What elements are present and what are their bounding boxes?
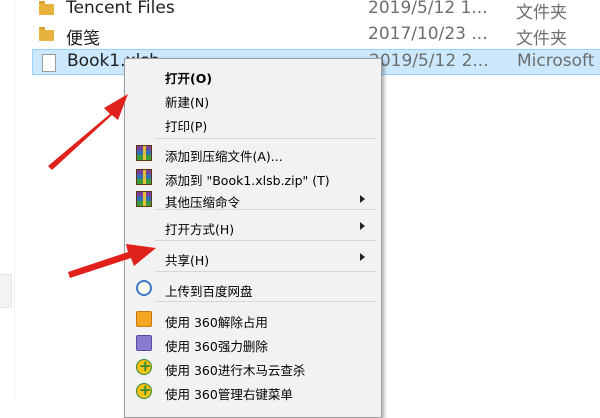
menu-item-label: 添加到压缩文件(A)... [165,149,283,164]
menu-item-360-unlock[interactable]: 使用 360解除占用 [127,307,379,331]
winrar-icon [136,191,152,207]
file-date: 2019/5/12 1... [368,0,488,18]
menu-item-360-scan[interactable]: 使用 360进行木马云查杀 [127,355,379,379]
menu-separator [155,301,377,302]
file-row-notes[interactable]: 便笺 2017/10/23 ... 文件夹 [32,23,600,49]
submenu-arrow-icon [360,222,365,230]
menu-item-open[interactable]: 打开(O) [127,63,379,87]
menu-item-print[interactable]: 打印(P) [127,111,379,135]
red-arrow-pointing-share [68,244,156,278]
file-type: 文件夹 [516,29,567,49]
file-name: Tencent Files [66,0,175,18]
file-type: Microsoft [517,51,595,71]
menu-item-label: 打印(P) [165,119,208,134]
menu-separator [155,271,377,272]
file-name: 便笺 [66,29,100,49]
menu-item-add-to-zip[interactable]: 添加到 "Book1.xlsb.zip" (T) [127,165,379,189]
document-icon [39,54,57,72]
security-scan-icon [136,381,152,399]
navigation-pane [0,0,15,400]
menu-item-label: 打开(O) [165,71,213,86]
menu-item-label: 使用 360强力删除 [165,339,268,354]
menu-separator [155,138,377,139]
shredder-icon [136,335,152,351]
menu-item-label: 使用 360管理右键菜单 [165,387,293,402]
menu-separator [155,240,377,241]
security-scan-icon [136,357,152,375]
navigation-pane-scroll[interactable] [0,274,12,308]
menu-item-upload-baidu[interactable]: 上传到百度网盘 [127,276,379,300]
menu-item-360-manage[interactable]: 使用 360管理右键菜单 [127,379,379,403]
menu-item-add-to-archive[interactable]: 添加到压缩文件(A)... [127,141,379,165]
red-arrow-pointing-new [48,94,128,170]
menu-item-other-compress[interactable]: 其他压缩命令 [127,187,379,211]
menu-item-share[interactable]: 共享(H) [127,245,379,269]
folder-icon [38,1,56,18]
menu-item-label: 共享(H) [165,253,210,268]
menu-item-label: 打开方式(H) [165,222,235,237]
unlock-icon [136,311,152,327]
folder-icon [38,27,56,44]
submenu-arrow-icon [360,253,365,261]
menu-item-360-shred[interactable]: 使用 360强力删除 [127,331,379,355]
menu-item-new[interactable]: 新建(N) [127,87,379,111]
submenu-arrow-icon [360,195,365,203]
menu-item-label: 使用 360解除占用 [165,315,268,330]
file-date: 2019/5/12 2... [369,51,489,71]
file-row-tencent-files[interactable]: Tencent Files 2019/5/12 1... 文件夹 [32,0,600,23]
file-date: 2017/10/23 ... [368,24,488,44]
menu-separator [155,209,377,210]
menu-item-label: 新建(N) [165,95,210,110]
menu-item-open-with[interactable]: 打开方式(H) [127,214,379,238]
menu-item-label: 使用 360进行木马云查杀 [165,363,306,378]
menu-item-label: 上传到百度网盘 [165,284,253,299]
file-type: 文件夹 [516,3,567,23]
